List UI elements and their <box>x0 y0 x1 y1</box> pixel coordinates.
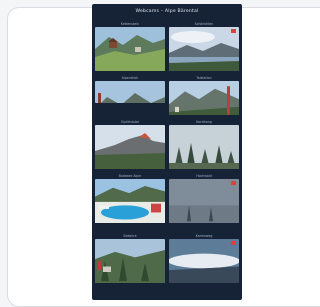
webcam-image[interactable] <box>169 81 239 115</box>
webcam-app-screen: Webcams – Alpe Bärental Kettenstein Schö… <box>92 4 242 300</box>
webcam-image[interactable] <box>95 239 165 287</box>
webcam-image[interactable] <box>95 179 165 229</box>
webcam-image[interactable] <box>169 179 239 229</box>
webcam-image[interactable] <box>95 27 165 71</box>
webcam-tile[interactable]: Gipfelstube <box>95 119 165 169</box>
app-title: Webcams – Alpe Bärental <box>135 9 199 14</box>
webcam-image[interactable] <box>95 125 165 169</box>
webcam-image[interactable] <box>95 81 165 103</box>
webcam-image[interactable] <box>169 239 239 287</box>
live-badge <box>231 181 236 185</box>
webcam-tile[interactable]: Kettenstein <box>95 21 165 71</box>
live-badge <box>231 29 236 33</box>
webcam-grid: Kettenstein Schönleiten Alpenblick Talst… <box>95 21 239 287</box>
webcam-tile[interactable]: Schönleiten <box>169 21 239 71</box>
webcam-tile[interactable]: Badesee Alpin <box>95 173 165 229</box>
webcam-tile[interactable]: Kammweg <box>169 233 239 287</box>
webcam-image[interactable] <box>169 125 239 169</box>
webcam-tile[interactable]: Talstation <box>169 75 239 115</box>
webcam-tile[interactable]: Alpenblick <box>95 75 165 115</box>
webcam-image[interactable] <box>169 27 239 71</box>
webcam-tile[interactable]: Seeblick <box>95 233 165 287</box>
webcam-tile[interactable]: Hochwald <box>169 173 239 229</box>
webcam-tile[interactable]: Nordhang <box>169 119 239 169</box>
live-badge <box>231 241 236 245</box>
